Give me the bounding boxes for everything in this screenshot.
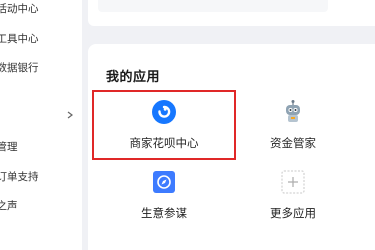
top-card (88, 0, 375, 26)
huabei-icon (151, 99, 177, 125)
robot-icon (280, 99, 306, 125)
sidebar: 销活动中心 销工具中心 牌数据银行 价管理 外订单支持 户之声 (0, 0, 82, 250)
app-label: 生意参谋 (141, 206, 187, 220)
app-tile-fund-manager[interactable]: 资金管家 (228, 99, 358, 159)
sidebar-item-marketing-tools[interactable]: 销工具中心 (0, 32, 39, 46)
app-label: 商家花呗中心 (129, 136, 199, 150)
top-card-placeholder (98, 0, 328, 12)
my-apps-card: 我的应用 商家花呗中心 资金管家 生意参谋 更多应用 (88, 44, 375, 250)
sidebar-item-marketing-activity[interactable]: 销活动中心 (0, 2, 39, 16)
sidebar-item-price-management[interactable]: 价管理 (0, 140, 18, 154)
sidebar-item-customer-voice[interactable]: 户之声 (0, 199, 18, 213)
app-label: 资金管家 (270, 136, 316, 150)
app-label: 更多应用 (270, 206, 316, 220)
app-tile-business-advisor[interactable]: 生意参谋 (99, 169, 229, 229)
chevron-right-icon[interactable] (65, 110, 75, 120)
compass-icon (151, 169, 177, 195)
app-tile-huabei[interactable]: 商家花呗中心 (99, 99, 229, 159)
sidebar-item-order-support[interactable]: 外订单支持 (0, 170, 39, 184)
plus-icon (280, 169, 306, 195)
sidebar-item-brand-databank[interactable]: 牌数据银行 (0, 61, 39, 75)
app-tile-more-apps[interactable]: 更多应用 (228, 169, 358, 229)
section-title: 我的应用 (106, 70, 161, 85)
